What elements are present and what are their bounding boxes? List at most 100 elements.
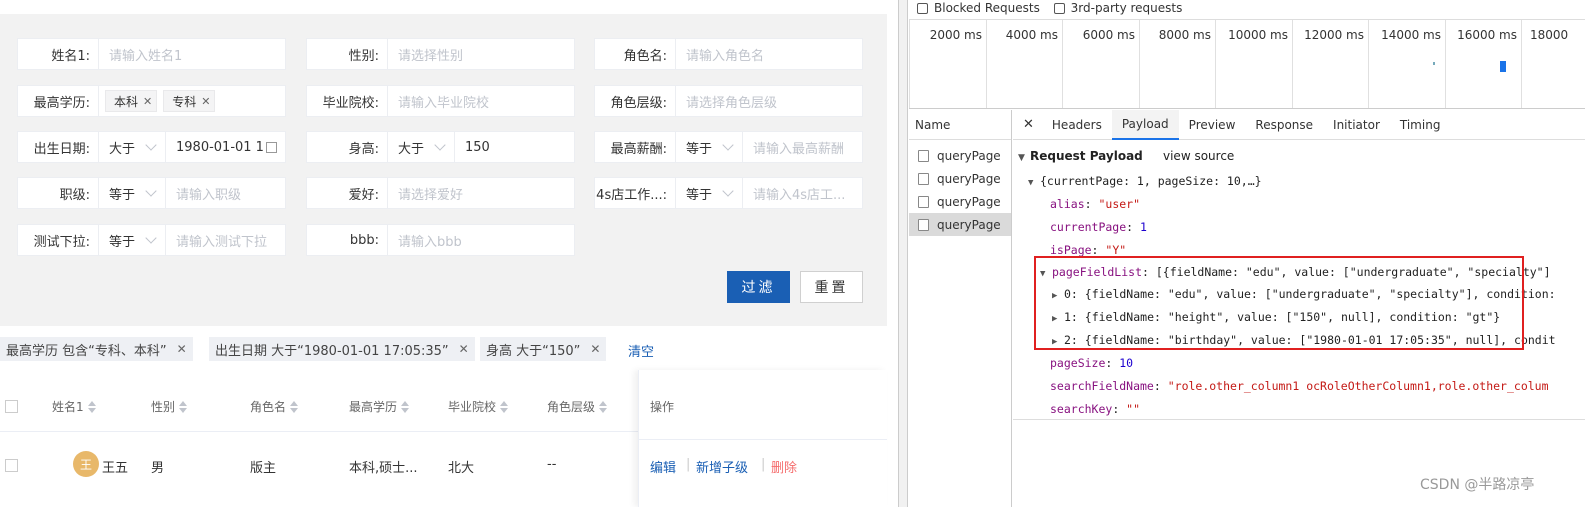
network-timeline[interactable]: 2000 ms 4000 ms 6000 ms 8000 ms 10000 ms… [909,19,1585,109]
hobby-select[interactable]: 请选择爱好 [387,178,574,208]
select-all-checkbox[interactable] [5,400,18,413]
bbb-input[interactable]: 请输入bbb [387,225,574,255]
tab-headers[interactable]: Headers [1042,110,1112,140]
payload-value: 1 [1140,220,1147,234]
height-value: 150 [465,139,490,155]
payload-root[interactable]: ▼ {currentPage: 1, pageSize: 10,…} [1028,174,1262,188]
column-header[interactable]: 角色层级 [547,398,608,415]
operator-value: 等于 [686,187,713,203]
height-input[interactable]: 150 [454,132,574,162]
filter-label: 姓名1: [51,48,90,64]
column-label: 操作 [650,400,675,414]
filter-label: 性别: [348,48,379,64]
payload-key: currentPage [1050,220,1127,234]
sort-icon[interactable] [500,400,509,413]
cell-level: -- [547,457,557,472]
blocked-requests-checkbox[interactable] [917,3,928,14]
panel-divider[interactable] [898,0,908,507]
school-input[interactable]: 请输入毕业院校 [387,86,574,116]
request-item[interactable]: queryPage [909,213,1011,236]
close-icon[interactable]: ✕ [459,342,469,356]
tag-close-icon[interactable]: ✕ [201,95,210,108]
test-dropdown-input[interactable]: 请输入测试下拉 [165,225,285,255]
column-header: 操作 [650,398,674,415]
payload-line: currentPage: 1 [1050,220,1147,234]
filter-shop: 4s店工作...: 等于 请输入4s店工... [594,177,863,209]
position-input[interactable]: 请输入职级 [165,178,285,208]
birthday-picker[interactable]: 1980-01-01 1 [165,132,285,162]
payload-section-header[interactable]: ▼ Request Payload [1018,149,1143,163]
request-list: Name queryPage queryPage queryPage query… [909,110,1012,507]
tab-payload[interactable]: Payload [1111,109,1179,140]
filter-school: 毕业院校: 请输入毕业院校 [306,85,575,117]
clear-link[interactable]: 清空 [628,341,654,360]
edit-link[interactable]: 编辑 [650,457,676,476]
sort-icon[interactable] [179,400,188,413]
column-header[interactable]: 毕业院校 [448,398,509,415]
tab-timing[interactable]: Timing [1390,110,1451,140]
delete-link[interactable]: 删除 [771,457,797,476]
filter-label: 角色层级: [610,95,667,111]
name-header[interactable]: Name [909,110,1011,140]
education-select[interactable]: 本科 ✕ 专科 ✕ [98,86,285,116]
name1-input[interactable]: 请输入姓名1 [98,39,285,69]
tab-preview[interactable]: Preview [1179,110,1246,140]
column-header[interactable]: 最高学历 [349,398,410,415]
close-icon[interactable]: ✕ [1013,117,1042,132]
role-name-input[interactable]: 请输入角色名 [675,39,862,69]
column-label: 角色名 [250,400,287,414]
column-header[interactable]: 姓名1 [52,398,96,415]
payload-key: pageSize [1050,356,1106,370]
chevron-down-icon [722,139,734,151]
test-operator-select[interactable]: 等于 [98,225,165,255]
filter-education: 最高学历: 本科 ✕ 专科 ✕ [17,85,286,117]
tick-label: 10000 ms [1228,28,1288,42]
height-operator-select[interactable]: 大于 [387,132,454,162]
filter-options: Blocked Requests 3rd-party requests [917,1,1182,15]
gender-select[interactable]: 请选择性别 [387,39,574,69]
document-icon [918,195,929,208]
chevron-down-icon [145,139,157,151]
timeline-tick: 8000 ms [1139,20,1215,108]
shop-input[interactable]: 请输入4s店工... [742,178,862,208]
payload-line: pageSize: 10 [1050,356,1134,370]
tag-close-icon[interactable]: ✕ [143,95,152,108]
filter-role-name: 角色名: 请输入角色名 [594,38,863,70]
filter-hobby: 爱好: 请选择爱好 [306,177,575,209]
filter-label: 最高薪酬: [610,141,667,157]
close-icon[interactable]: ✕ [590,342,600,356]
shop-operator-select[interactable]: 等于 [675,178,742,208]
add-child-link[interactable]: 新增子级 [696,457,748,476]
column-header[interactable]: 角色名 [250,398,299,415]
column-label: 性别 [151,400,176,414]
column-label: 姓名1 [52,400,84,414]
tab-initiator[interactable]: Initiator [1323,110,1390,140]
sort-icon[interactable] [87,400,96,413]
filter-button[interactable]: 过滤 [727,271,790,303]
row-checkbox[interactable] [5,459,18,472]
tab-response[interactable]: Response [1245,110,1323,140]
third-party-checkbox[interactable] [1053,3,1065,14]
filter-label: 身高: [348,141,379,157]
payload-key: searchFieldName [1050,379,1154,393]
filter-name1: 姓名1: 请输入姓名1 [17,38,286,70]
request-item[interactable]: queryPage [909,144,1011,167]
education-tag: 专科 ✕ [163,90,216,112]
birthday-operator-select[interactable]: 大于 [98,132,165,162]
sort-icon[interactable] [401,400,410,413]
position-operator-select[interactable]: 等于 [98,178,165,208]
request-item[interactable]: queryPage [909,190,1011,213]
column-header[interactable]: 性别 [151,398,188,415]
reset-button[interactable]: 重置 [800,271,863,303]
sort-icon[interactable] [290,400,299,413]
filter-label: 职级: [59,187,90,203]
payload-title: Request Payload [1030,149,1143,163]
salary-input[interactable]: 请输入最高薪酬 [742,132,862,162]
tick-label: 8000 ms [1158,28,1211,42]
close-icon[interactable]: ✕ [177,342,187,356]
role-level-select[interactable]: 请选择角色层级 [675,86,862,116]
salary-operator-select[interactable]: 等于 [675,132,742,162]
sort-icon[interactable] [599,400,608,413]
request-item[interactable]: queryPage [909,167,1011,190]
view-source-link[interactable]: view source [1163,149,1234,163]
